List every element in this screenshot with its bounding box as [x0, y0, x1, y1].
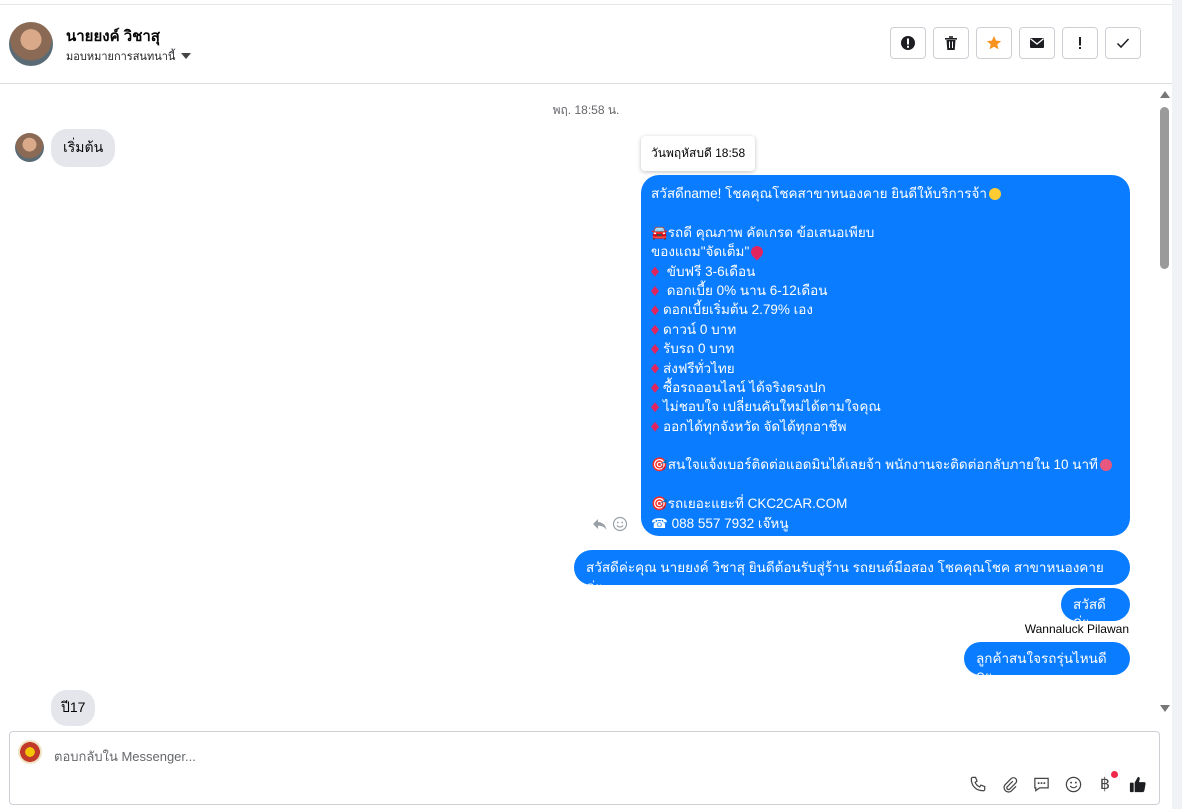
- payment-button[interactable]: ฿: [1095, 771, 1118, 794]
- incoming-message[interactable]: เริ่มต้น: [51, 129, 116, 167]
- phone-button[interactable]: [967, 774, 987, 794]
- scroll-up-icon[interactable]: [1160, 91, 1170, 98]
- promo-line-text: ไม่ชอบใจ เปลี่ยนคันใหม่ได้ตามใจคุณ: [663, 399, 881, 415]
- promo-line-text: ออกได้ทุกจังหวัด จัดได้ทุกอาชีพ: [663, 418, 847, 434]
- promo-line-text: ขับฟรี 3-6เดือน: [663, 263, 756, 279]
- promo-line: ส่งฟรีทั่วไทย: [651, 359, 1120, 378]
- promo-line: ของแถม"จัดเต็ม": [651, 242, 1120, 261]
- assign-conversation-dropdown[interactable]: มอบหมายการสนทนานี้: [66, 47, 192, 65]
- promo-message[interactable]: สวัสดีname! โชคคุณโชคสาขาหนองคาย ยินดีให…: [641, 175, 1130, 536]
- diamond-icon: [651, 266, 659, 277]
- delete-button[interactable]: [933, 27, 969, 59]
- promo-line: สวัสดีname! โชคคุณโชคสาขาหนองคาย ยินดีให…: [651, 184, 1120, 203]
- page-avatar: [18, 740, 42, 764]
- promo-line-text: 🎯รถเยอะแยะที่ CKC2CAR.COM: [651, 496, 848, 512]
- contact-avatar-small[interactable]: [15, 133, 44, 162]
- thumbs-up-icon: [1129, 776, 1146, 792]
- promo-line-text: ☎ 088 557 7932 เจ๊หนู: [651, 515, 789, 531]
- promo-line-text: 🎯สนใจแจ้งเบอร์ติดต่อแอดมินได้เลยจ้า พนัก…: [651, 457, 1098, 473]
- chat-scrollbar[interactable]: [1158, 88, 1172, 718]
- welcome-message[interactable]: สวัสดีค่ะคุณ นายยงค์ วิชาสุ ยินดีต้อนรับ…: [574, 550, 1130, 594]
- diamond-icon: [651, 324, 659, 335]
- two-hearts-icon: [1099, 459, 1112, 472]
- report-button[interactable]: [890, 27, 926, 59]
- promo-line: 🎯สนใจแจ้งเบอร์ติดต่อแอดมินได้เลยจ้า พนัก…: [651, 455, 1120, 474]
- promo-line-text: ดอกเบี้ย 0% นาน 6-12เดือน: [663, 282, 828, 298]
- header-actions: [890, 27, 1142, 59]
- message-composer[interactable]: ตอบกลับใน Messenger... ฿: [9, 731, 1160, 805]
- star-icon: [986, 36, 1002, 50]
- reply-icon[interactable]: [592, 516, 608, 532]
- diamond-icon: [651, 344, 659, 355]
- diamond-icon: [651, 402, 659, 413]
- promo-line: [651, 475, 1120, 494]
- mark-unread-button[interactable]: [1019, 27, 1055, 59]
- promo-line: ดอกเบี้ย 0% นาน 6-12เดือน: [651, 281, 1120, 300]
- conversation-header: นายยงค์ วิชาสุ มอบหมายการสนทนานี้: [0, 5, 1172, 84]
- hello-message[interactable]: สวัสดีค่ะ: [1061, 588, 1130, 629]
- contact-avatar[interactable]: [9, 22, 53, 66]
- promo-line: ดอกเบี้ยเริ่มต้น 2.79% เอง: [651, 300, 1120, 319]
- sender-name: Wannaluck Pilawan: [1024, 622, 1129, 636]
- check-icon: [1116, 38, 1130, 49]
- promo-line-text: รับรถ 0 บาท: [663, 341, 735, 357]
- message-actions: [592, 516, 628, 532]
- attach-button[interactable]: [999, 774, 1019, 794]
- date-separator: พฤ. 18:58 น.: [552, 103, 620, 117]
- promo-line-text: ดาวน์ 0 บาท: [663, 321, 737, 337]
- promo-line: ขับฟรี 3-6เดือน: [651, 262, 1120, 281]
- chat-bubble-icon: [1033, 777, 1049, 792]
- promo-line-text: ส่งฟรีทั่วไทย: [663, 360, 735, 376]
- diamond-icon: [651, 363, 659, 374]
- promo-line: 🚘รถดี คุณภาพ คัดเกรด ข้อเสนอเพียบ: [651, 223, 1120, 242]
- promo-line: ดาวน์ 0 บาท: [651, 320, 1120, 339]
- like-button[interactable]: [1127, 774, 1147, 794]
- exclamation-icon: [1079, 37, 1081, 49]
- heart-eyes-emoji-icon: [988, 188, 1001, 200]
- caret-down-icon: [181, 53, 192, 59]
- diamond-icon: [651, 421, 659, 432]
- trash-icon: [945, 36, 957, 50]
- timestamp-tooltip: วันพฤหัสบดี 18:58: [641, 136, 756, 171]
- incoming-reply[interactable]: ปี17: [51, 690, 96, 726]
- scroll-thumb[interactable]: [1160, 107, 1169, 269]
- promo-line-text: ซื้อรถออนไลน์ ได้จริงตรงปก: [663, 379, 826, 395]
- scroll-down-icon[interactable]: [1160, 705, 1170, 712]
- promo-line-text: ของแถม"จัดเต็ม": [651, 244, 750, 260]
- promo-line: ซื้อรถออนไลน์ ได้จริงตรงปก: [651, 378, 1120, 397]
- emoji-icon: [1065, 776, 1081, 792]
- reply-input[interactable]: ตอบกลับใน Messenger...: [54, 746, 196, 767]
- follow-up-button[interactable]: [1062, 27, 1098, 59]
- promo-line: ออกได้ทุกจังหวัด จัดได้ทุกอาชีพ: [651, 417, 1120, 436]
- star-button[interactable]: [976, 27, 1012, 59]
- notification-dot: [1111, 771, 1118, 778]
- baht-icon: ฿: [1099, 776, 1111, 793]
- promo-line: ☎ 088 557 7932 เจ๊หนู: [651, 514, 1120, 533]
- promo-line-text: สวัสดีname! โชคคุณโชคสาขาหนองคาย ยินดีให…: [651, 186, 987, 201]
- composer-tools: ฿: [967, 771, 1147, 794]
- paperclip-icon: [1002, 776, 1017, 793]
- alert-circle-icon: [901, 36, 915, 50]
- assign-label: มอบหมายการสนทนานี้: [66, 51, 176, 63]
- right-gutter: [1172, 0, 1182, 809]
- emoji-button[interactable]: [1063, 774, 1083, 794]
- diamond-icon: [651, 285, 659, 296]
- diamond-icon: [651, 382, 659, 393]
- promo-line-text: ดอกเบี้ยเริ่มต้น 2.79% เอง: [663, 302, 813, 318]
- promo-line: [651, 436, 1120, 455]
- promo-line: ไม่ชอบใจ เปลี่ยนคันใหม่ได้ตามใจคุณ: [651, 397, 1120, 416]
- promo-line: รับรถ 0 บาท: [651, 339, 1120, 358]
- diamond-icon: [651, 305, 659, 316]
- mark-done-button[interactable]: [1105, 27, 1141, 59]
- heart-icon: [748, 243, 766, 261]
- question-message[interactable]: ลูกค้าสนใจรถรุ่นไหนดีคะ: [964, 642, 1130, 683]
- phone-icon: [970, 776, 985, 791]
- promo-line: 🎯รถเยอะแยะที่ CKC2CAR.COM: [651, 494, 1120, 513]
- promo-line: [651, 203, 1120, 222]
- promo-line-text: 🚘รถดี คุณภาพ คัดเกรด ข้อเสนอเพียบ: [651, 224, 875, 240]
- emoji-reaction-icon[interactable]: [612, 516, 628, 532]
- contact-name[interactable]: นายยงค์ วิชาสุ: [66, 24, 160, 48]
- saved-replies-button[interactable]: [1031, 774, 1051, 794]
- envelope-icon: [1030, 38, 1044, 48]
